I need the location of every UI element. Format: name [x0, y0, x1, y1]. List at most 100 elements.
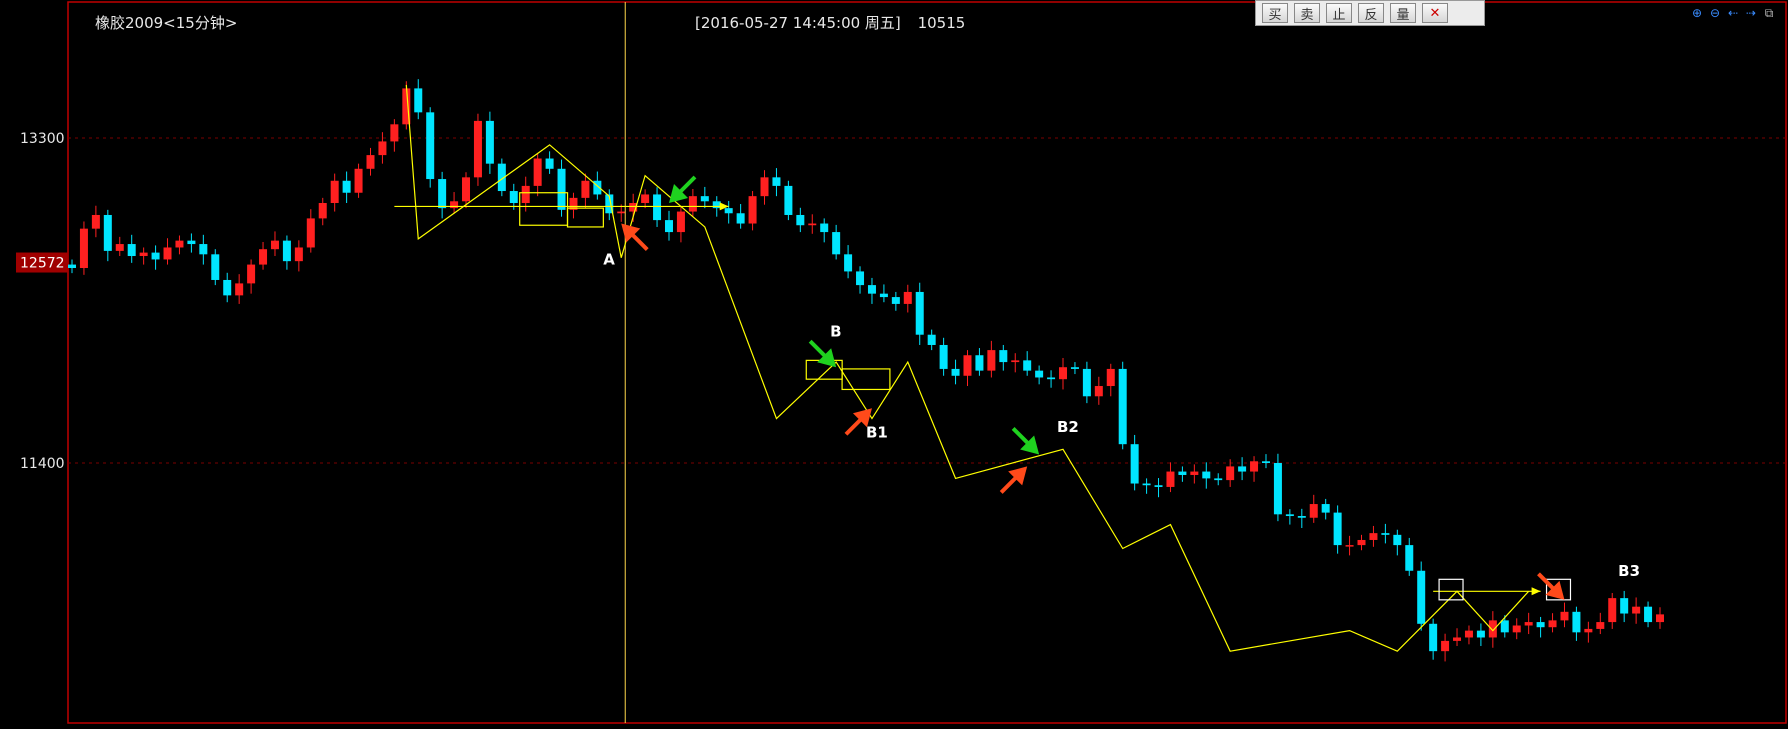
cursor-info: [2016-05-27 14:45:00 周五] 10515	[695, 12, 977, 33]
candle	[617, 211, 626, 214]
candle	[127, 244, 136, 257]
candle	[259, 249, 268, 265]
arrowhead-icon	[1531, 587, 1541, 596]
candle	[1035, 370, 1044, 378]
candle	[462, 177, 471, 202]
cursor-value: 10515	[917, 14, 966, 32]
candle	[1488, 620, 1497, 638]
candle	[736, 213, 745, 224]
candle	[844, 254, 853, 272]
candle	[1608, 598, 1617, 623]
candle	[1321, 504, 1330, 513]
instrument-title: 橡胶2009<15分钟>	[95, 14, 238, 32]
candle	[915, 291, 924, 335]
annotation-label: B1	[866, 423, 888, 441]
chart-area[interactable]: 13300 11400 12572 A B B1 B2 B3	[0, 0, 1788, 725]
candle	[545, 158, 554, 169]
buy-button[interactable]: 买	[1262, 3, 1288, 23]
restore-icon[interactable]: ⧉	[1762, 6, 1776, 20]
sell-button[interactable]: 卖	[1294, 3, 1320, 23]
candle	[378, 141, 387, 156]
kline-chart[interactable]: 13300 11400 12572 A B B1 B2 B3	[0, 0, 1788, 725]
candle	[1536, 622, 1545, 628]
candle	[975, 355, 984, 371]
y-tick-label: 11400	[20, 456, 65, 472]
candle	[330, 180, 339, 203]
candle	[1250, 461, 1259, 472]
candle	[1130, 444, 1139, 484]
candle	[653, 194, 662, 221]
candle	[1393, 534, 1402, 546]
candle	[700, 196, 709, 202]
candle	[79, 228, 88, 268]
candle	[1226, 466, 1235, 481]
candle	[1309, 504, 1318, 518]
candle	[796, 214, 805, 226]
scroll-left-icon[interactable]: ⇠	[1726, 6, 1740, 20]
candle	[856, 271, 865, 286]
candle	[808, 223, 817, 226]
candle	[1548, 620, 1557, 628]
candle	[784, 185, 793, 215]
candle	[1059, 367, 1068, 380]
candle	[68, 264, 76, 268]
candle	[199, 244, 208, 255]
candle	[1106, 368, 1115, 387]
current-price-label: 12572	[20, 256, 65, 272]
candle	[390, 124, 399, 142]
scroll-right-icon[interactable]: ⇢	[1744, 6, 1758, 20]
candle	[820, 223, 829, 233]
zoom-tools: ⊕ ⊖ ⇠ ⇢ ⧉	[1690, 6, 1776, 20]
annotation-label: B2	[1057, 418, 1079, 436]
candle	[450, 201, 459, 209]
candle	[1441, 640, 1450, 652]
stop-button[interactable]: 止	[1326, 3, 1352, 23]
candle	[557, 168, 566, 210]
candle	[879, 293, 888, 298]
candle	[688, 196, 697, 212]
candle	[294, 247, 303, 262]
candle	[1047, 377, 1056, 380]
candle	[1166, 471, 1175, 487]
reverse-button[interactable]: 反	[1358, 3, 1384, 23]
trade-toolbar: 买 卖 止 反 量 ✕	[1255, 0, 1485, 26]
candle	[712, 201, 721, 209]
candle	[1656, 614, 1664, 623]
candle	[1596, 622, 1605, 629]
candle	[1632, 606, 1641, 614]
candle	[270, 240, 279, 250]
candle	[987, 350, 996, 371]
candle	[1094, 386, 1103, 397]
candle	[867, 285, 876, 294]
candle	[247, 264, 256, 284]
candle	[187, 240, 196, 245]
candle	[354, 168, 363, 193]
candle	[1560, 611, 1569, 621]
candle	[521, 185, 530, 203]
candle	[115, 244, 124, 251]
candle	[891, 297, 900, 304]
candle	[999, 350, 1008, 363]
zoom-out-icon[interactable]: ⊖	[1708, 6, 1722, 20]
candle	[1524, 622, 1533, 626]
candle	[903, 291, 912, 304]
candle	[103, 214, 112, 251]
candle	[426, 112, 435, 180]
consolidation-box	[566, 207, 604, 228]
candle	[1453, 637, 1462, 641]
annotation-label: A	[603, 251, 615, 269]
y-tick-label: 13300	[20, 131, 65, 147]
volume-button[interactable]: 量	[1390, 3, 1416, 23]
candle	[211, 254, 220, 280]
candle	[1118, 368, 1127, 445]
candle	[1023, 360, 1032, 371]
candle	[282, 240, 291, 262]
candle	[1238, 466, 1247, 472]
candle	[1011, 360, 1020, 363]
candle	[1082, 368, 1091, 397]
close-icon[interactable]: ✕	[1422, 3, 1448, 23]
candle	[1178, 471, 1187, 475]
candle	[223, 279, 232, 296]
candle	[927, 334, 936, 345]
zoom-in-icon[interactable]: ⊕	[1690, 6, 1704, 20]
